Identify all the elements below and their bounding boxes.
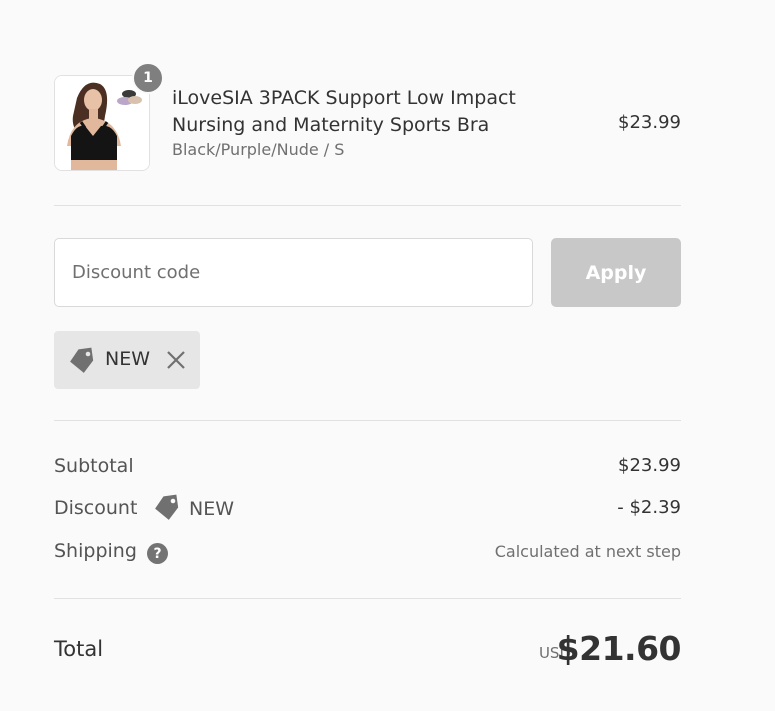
help-icon[interactable]: ? [147, 543, 168, 564]
subtotal-row: Subtotal $23.99 [54, 452, 681, 482]
total-label: Total [54, 637, 104, 661]
shipping-value: Calculated at next step [494, 542, 681, 561]
subtotal-value: $23.99 [618, 455, 681, 476]
discount-row: Discount NEW - $2.39 [54, 494, 681, 524]
total-row: Total USD $21.60 [54, 627, 682, 677]
tag-icon [68, 346, 96, 378]
divider [54, 205, 681, 206]
close-icon[interactable] [164, 347, 188, 373]
discount-label: Discount [54, 497, 138, 519]
apply-button[interactable]: Apply [551, 238, 681, 307]
line-item: 1 iLoveSIA 3PACK Support Low Impact Nurs… [54, 62, 681, 171]
product-name: iLoveSIA 3PACK Support Low Impact Nursin… [172, 87, 516, 136]
product-image [54, 75, 150, 171]
discount-code-text: NEW [189, 498, 235, 520]
divider [54, 420, 681, 421]
product-price: $23.99 [618, 112, 681, 133]
discount-code-info: NEW [153, 494, 234, 524]
shipping-label: Shipping [54, 540, 137, 562]
shipping-row: Shipping ? Calculated at next step [54, 537, 681, 567]
quantity-badge: 1 [132, 62, 164, 94]
total-amount: $21.60 [556, 629, 682, 668]
divider [54, 598, 681, 599]
applied-code-label: NEW [105, 348, 151, 370]
discount-code-input[interactable] [54, 238, 533, 307]
discount-value: - $2.39 [617, 497, 681, 518]
product-variant: Black/Purple/Nude / S [172, 140, 345, 159]
order-summary: 1 iLoveSIA 3PACK Support Low Impact Nurs… [54, 0, 682, 711]
subtotal-label: Subtotal [54, 455, 134, 477]
applied-discount-chip: NEW [54, 331, 200, 389]
tag-icon [153, 493, 181, 525]
